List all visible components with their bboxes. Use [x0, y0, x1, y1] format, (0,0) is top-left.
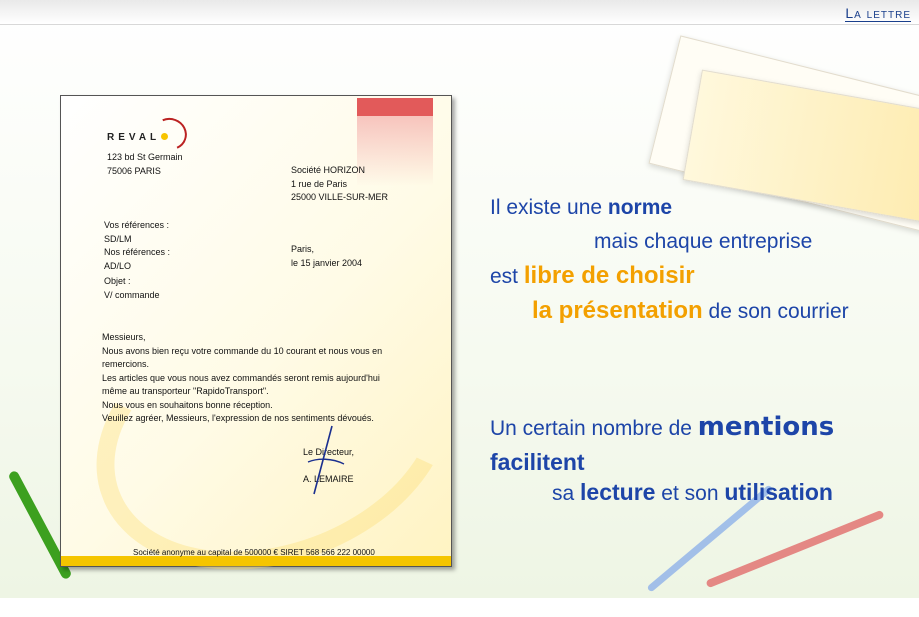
- text-span: sa: [552, 482, 581, 505]
- object-label: Objet :: [104, 276, 131, 286]
- text-line: mais chaque entreprise: [594, 230, 813, 253]
- ref-value: AD/LO: [104, 260, 132, 271]
- text-span: Il existe une: [490, 196, 608, 219]
- place-date: Paris, le 15 janvier 2004: [291, 243, 362, 270]
- recipient-address: Société HORIZON 1 rue de Paris 25000 VIL…: [291, 164, 388, 205]
- body-line: Veuillez agréer, Messieurs, l'expression…: [102, 413, 374, 423]
- company-logo-dot: [161, 133, 168, 140]
- section-title: La lettre: [845, 5, 911, 22]
- text-line: sa lecture et son utilisation: [552, 479, 833, 506]
- handwritten-signature: [307, 425, 345, 495]
- ref-label: Vos références :: [104, 220, 170, 230]
- text-line: est libre de choisir: [490, 262, 695, 290]
- text-line: la présentation de son courrier: [532, 297, 849, 325]
- text-line: facilitent: [490, 449, 585, 475]
- highlight-libre: libre de choisir: [523, 262, 695, 289]
- text-span: de son courrier: [702, 300, 849, 323]
- recipient-line: 25000 VILLE-SUR-MER: [291, 192, 389, 202]
- body-line: Nous vous en souhaitons bonne réception.: [102, 399, 273, 410]
- highlight-utilisation: utilisation: [724, 479, 833, 505]
- body-line: même au transporteur "RapidoTransport".: [102, 386, 269, 396]
- letter-footer: Société anonyme au capital de 500000 € S…: [133, 548, 375, 557]
- body-line: Nous avons bien reçu votre commande du 1…: [102, 345, 383, 356]
- sender-address-line: 75006 PARIS: [107, 165, 161, 176]
- highlight-presentation: la présentation: [532, 297, 703, 324]
- company-logo-icon: [148, 113, 192, 155]
- ref-value: SD/LM: [104, 233, 132, 244]
- object-value: V/ commande: [104, 289, 160, 300]
- letter-corner-band: [357, 98, 433, 116]
- highlight-norme: norme: [607, 196, 673, 219]
- body-line: Messieurs,: [102, 332, 146, 342]
- body-line: remercions.: [102, 359, 150, 369]
- text-line: Un certain nombre de mentions: [490, 412, 834, 442]
- text-span: et son: [655, 482, 725, 505]
- place: Paris,: [291, 244, 315, 254]
- highlight-lecture: lecture: [580, 479, 656, 505]
- highlight-mentions: mentions: [697, 412, 835, 442]
- letter-body: Messieurs, Nous avons bien reçu votre co…: [102, 331, 442, 426]
- ref-label: Nos références :: [104, 247, 171, 257]
- recipient-line: Société HORIZON: [291, 165, 366, 175]
- text-line: Il existe une norme: [490, 196, 672, 220]
- date: le 15 janvier 2004: [291, 257, 363, 268]
- sender-address: 123 bd St Germain 75006 PARIS: [107, 151, 183, 178]
- recipient-line: 1 rue de Paris: [291, 178, 348, 189]
- sender-address-line: 123 bd St Germain: [107, 152, 183, 162]
- body-line: Les articles que vous nous avez commandé…: [102, 372, 380, 383]
- references: Vos références : SD/LM Nos références : …: [104, 219, 170, 302]
- top-bar: La lettre: [0, 0, 919, 25]
- text-span: est: [490, 265, 524, 288]
- text-span: Un certain nombre de: [490, 417, 698, 440]
- letter-example: REVAL 123 bd St Germain 75006 PARIS Soci…: [58, 95, 490, 617]
- letter-bottom-band: [61, 556, 451, 566]
